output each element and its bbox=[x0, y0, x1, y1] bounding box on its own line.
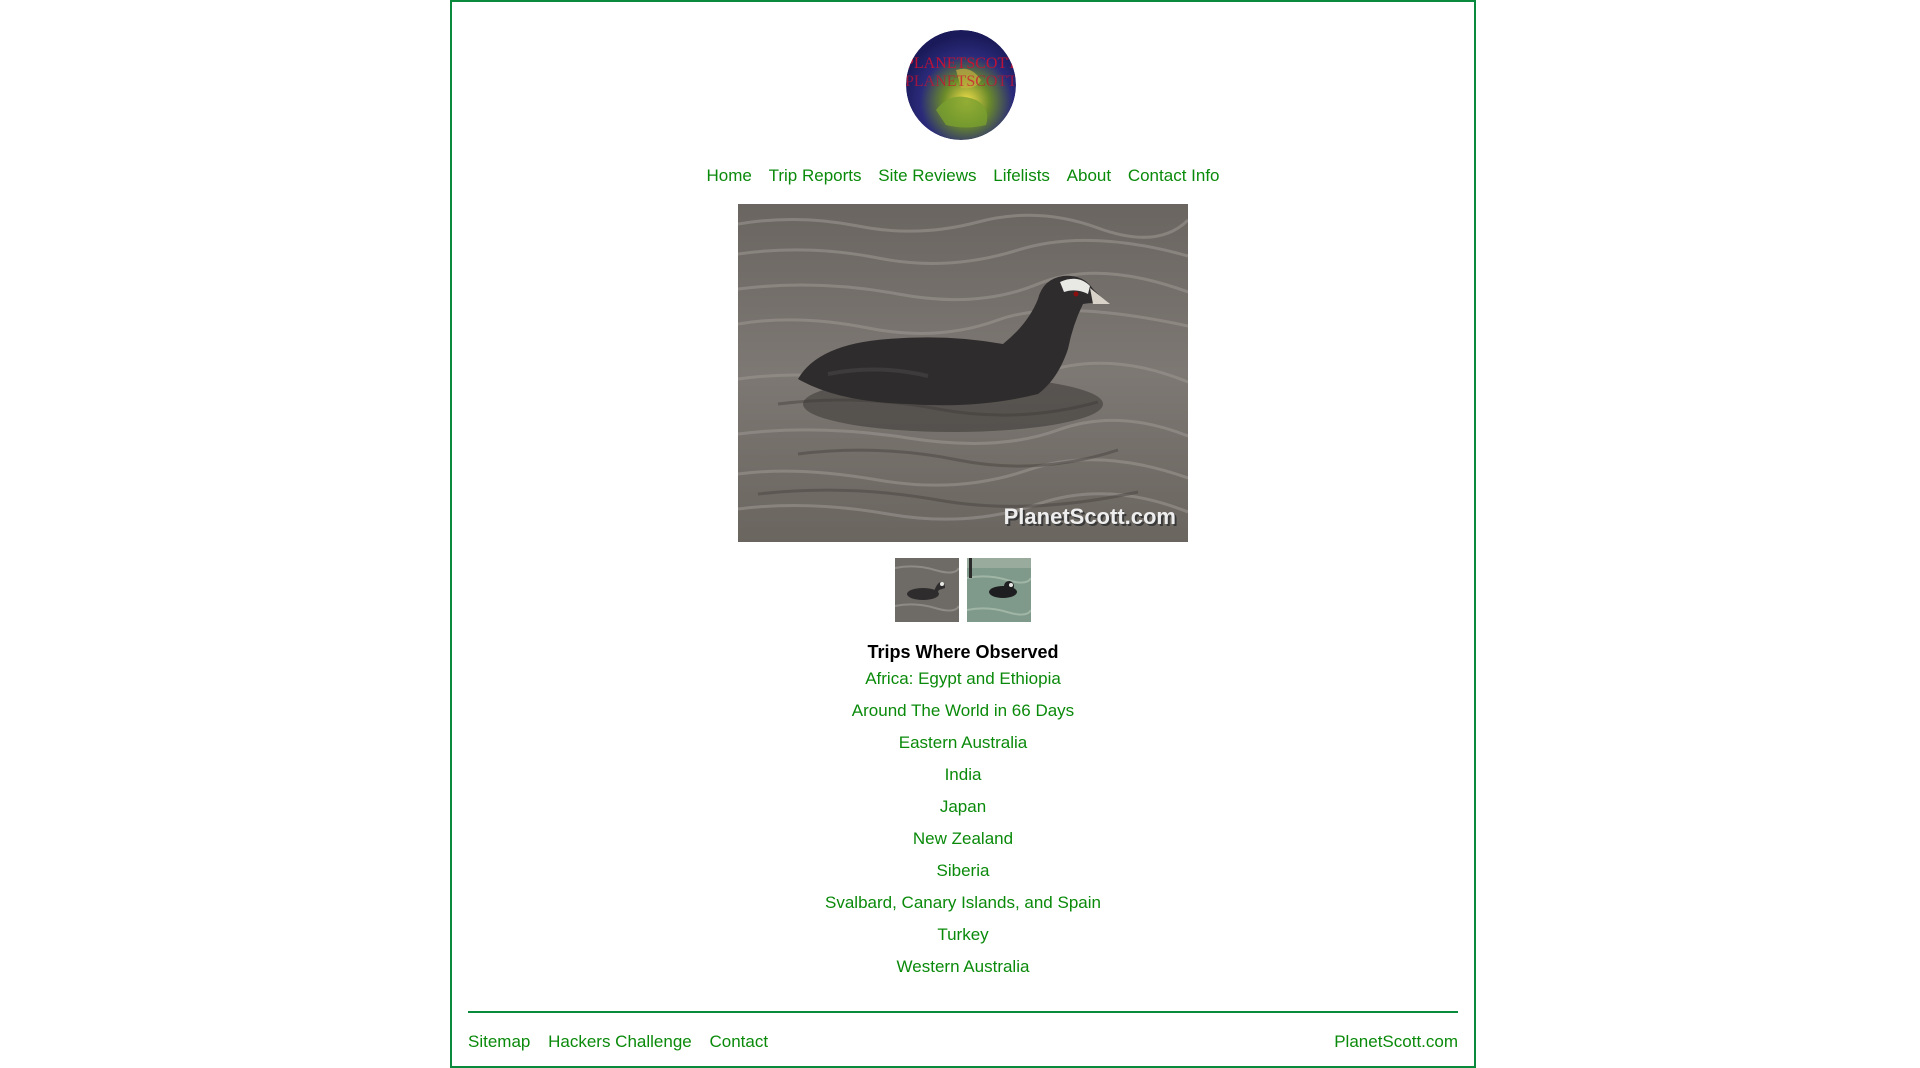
nav-contact-info[interactable]: Contact Info bbox=[1128, 166, 1220, 185]
globe-logo-icon: PLANETSCOTT PLANETSCOTT bbox=[906, 30, 1016, 140]
footer-hackers-challenge-link[interactable]: Hackers Challenge bbox=[548, 1032, 692, 1051]
trip-link[interactable]: Siberia bbox=[937, 861, 990, 880]
footer-divider bbox=[468, 1011, 1458, 1013]
footer-site-link[interactable]: PlanetScott.com bbox=[1334, 1032, 1458, 1051]
list-item: Japan bbox=[452, 797, 1474, 829]
nav-about[interactable]: About bbox=[1067, 166, 1111, 185]
list-item: New Zealand bbox=[452, 829, 1474, 861]
footer-sitemap-link[interactable]: Sitemap bbox=[468, 1032, 530, 1051]
trip-link[interactable]: Around The World in 66 Days bbox=[852, 701, 1074, 720]
nav-lifelists[interactable]: Lifelists bbox=[993, 166, 1050, 185]
page-frame: PLANETSCOTT PLANETSCOTT Home Trip Report… bbox=[450, 0, 1476, 1068]
nav-trip-reports[interactable]: Trip Reports bbox=[769, 166, 862, 185]
photo-watermark: PlanetScott.com bbox=[1004, 504, 1176, 529]
trips-heading: Trips Where Observed bbox=[867, 642, 1059, 662]
thumbnail-1[interactable] bbox=[894, 558, 960, 622]
footer-contact-link[interactable]: Contact bbox=[709, 1032, 768, 1051]
footer: Sitemap Hackers Challenge Contact Planet… bbox=[468, 1032, 1458, 1052]
footer-links: Sitemap Hackers Challenge Contact bbox=[468, 1032, 781, 1051]
list-item: Africa: Egypt and Ethiopia bbox=[452, 669, 1474, 701]
trip-link[interactable]: Western Australia bbox=[897, 957, 1030, 976]
list-item: Turkey bbox=[452, 925, 1474, 957]
trip-link[interactable]: Africa: Egypt and Ethiopia bbox=[865, 669, 1061, 688]
list-item: Svalbard, Canary Islands, and Spain bbox=[452, 893, 1474, 925]
nav-home[interactable]: Home bbox=[707, 166, 752, 185]
trip-link[interactable]: New Zealand bbox=[913, 829, 1013, 848]
trips-list: Africa: Egypt and Ethiopia Around The Wo… bbox=[452, 669, 1474, 989]
site-logo[interactable]: PLANETSCOTT PLANETSCOTT bbox=[906, 30, 1016, 140]
trip-link[interactable]: Svalbard, Canary Islands, and Spain bbox=[825, 893, 1101, 912]
list-item: Around The World in 66 Days bbox=[452, 701, 1474, 733]
trip-link[interactable]: India bbox=[945, 765, 982, 784]
svg-text:PLANETSCOTT: PLANETSCOTT bbox=[906, 55, 1016, 72]
list-item: India bbox=[452, 765, 1474, 797]
bird-photo: PlanetScott.com PlanetScott.com bbox=[738, 204, 1188, 542]
nav-site-reviews[interactable]: Site Reviews bbox=[878, 166, 976, 185]
trip-link[interactable]: Japan bbox=[940, 797, 986, 816]
list-item: Eastern Australia bbox=[452, 733, 1474, 765]
thumbnail-strip bbox=[452, 558, 1474, 622]
list-item: Siberia bbox=[452, 861, 1474, 893]
thumbnail-2[interactable] bbox=[966, 558, 1032, 622]
svg-text:PLANETSCOTT: PLANETSCOTT bbox=[906, 73, 1016, 90]
trip-link[interactable]: Eastern Australia bbox=[899, 733, 1028, 752]
main-nav: Home Trip Reports Site Reviews Lifelists… bbox=[452, 166, 1474, 186]
trip-link[interactable]: Turkey bbox=[937, 925, 988, 944]
list-item: Western Australia bbox=[452, 957, 1474, 989]
